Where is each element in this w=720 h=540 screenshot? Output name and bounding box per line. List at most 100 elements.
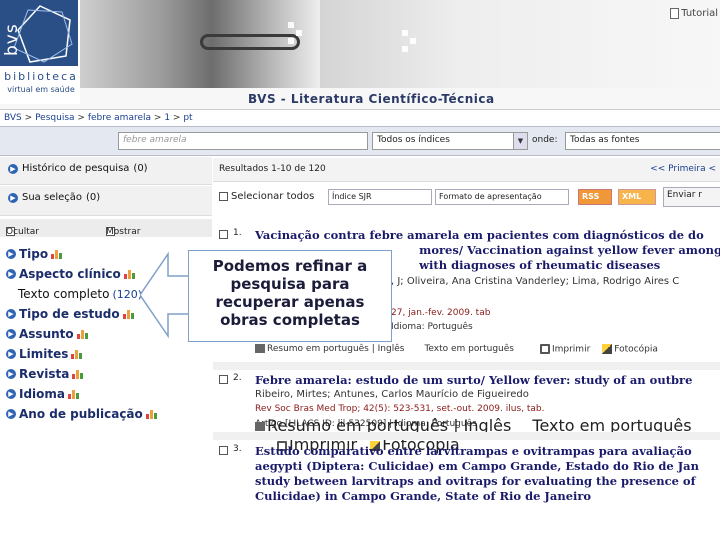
select-all-label: Selecionar todos [231, 191, 315, 202]
arrow-right-icon: ▶ [8, 163, 18, 174]
breadcrumb-sep: > [172, 113, 181, 123]
record-checkbox[interactable] [219, 230, 228, 239]
link-label: Fotocópia [614, 344, 658, 355]
tutorial-label: Tutorial [681, 8, 718, 19]
refine-header: Ocultar Mostrar [0, 219, 212, 237]
facet-label: Limites [19, 347, 69, 361]
logo-mark-text: bvs [2, 23, 22, 56]
facet-assunto[interactable]: ▶ Assunto [6, 327, 89, 341]
result-record: 3. Estudo comparativo entre larvitrampas… [213, 444, 720, 540]
history-link[interactable]: ▶ Histórico de pesquisa (0) [8, 163, 148, 174]
breadcrumb-lang[interactable]: pt [183, 113, 192, 123]
pagination-first[interactable]: << Primeira < [650, 164, 716, 174]
bar-chart-icon [51, 249, 63, 259]
send-label: Enviar r [667, 190, 702, 200]
fulltext-link[interactable]: Texto em português [424, 344, 514, 355]
facet-label: Assunto [19, 327, 74, 341]
index-select-value: Todos os índices [377, 135, 450, 145]
abstract-link[interactable]: Resumo em português | Inglês [255, 344, 404, 355]
photocopy-icon [602, 344, 613, 354]
search-input[interactable]: febre amarela [118, 132, 368, 150]
breadcrumb-bvs[interactable]: BVS [4, 113, 22, 123]
record-number: 1. [233, 228, 242, 238]
chevron-down-icon: ▼ [513, 133, 527, 149]
selection-box: ▶ Sua seleção (0) [0, 186, 212, 216]
record-authors: , J; Oliveira, Ana Cristina Vanderley; L… [391, 276, 680, 287]
facet-revista[interactable]: ▶ Revista [6, 367, 84, 381]
facet-texto-completo[interactable]: Texto completo (120) [18, 287, 142, 301]
callout-line: pesquisa para [230, 275, 350, 293]
selection-count: (0) [86, 192, 101, 203]
abstract-icon [255, 344, 265, 353]
abstract-icon [255, 422, 265, 431]
facet-idioma[interactable]: ▶ Idioma [6, 387, 80, 401]
facet-count[interactable]: (120) [112, 288, 142, 301]
send-button[interactable]: Enviar r [663, 187, 720, 207]
logo-text: biblioteca virtual em saúde [2, 70, 80, 94]
record-source: 27, jan.-fev. 2009. tab [391, 308, 491, 318]
facet-tipo-de-estudo[interactable]: ▶ Tipo de estudo [6, 307, 135, 321]
facet-ano-de-publicacao[interactable]: ▶ Ano de publicação [6, 407, 158, 421]
photocopy-link[interactable]: Fotocópia [602, 344, 658, 355]
arrow-right-icon: ▶ [6, 249, 16, 259]
breadcrumb-page[interactable]: 1 [164, 113, 170, 123]
where-label: onde: [532, 135, 558, 145]
facet-aspecto-clinico[interactable]: ▶ Aspecto clínico [6, 267, 136, 281]
record-title[interactable]: Estudo comparativo entre larvitrampas e … [255, 444, 720, 504]
record-checkbox[interactable] [219, 446, 228, 455]
decor-square [296, 30, 302, 36]
breadcrumb-pesquisa[interactable]: Pesquisa [35, 113, 74, 123]
facet-limites[interactable]: ▶ Limites [6, 347, 83, 361]
record-checkbox[interactable] [219, 375, 228, 384]
source-select[interactable]: Todas as fontes [565, 132, 720, 150]
facet-label: Aspecto clínico [19, 267, 121, 281]
hide-label: Ocultar [6, 227, 39, 237]
breadcrumb-query[interactable]: febre amarela [88, 113, 151, 123]
rss-button[interactable]: RSS [578, 189, 612, 205]
arrow-right-icon: ▶ [6, 349, 16, 359]
callout-line: obras completas [220, 311, 360, 329]
results-summary: Resultados 1-10 de 120 [219, 164, 326, 174]
selection-link[interactable]: ▶ Sua seleção (0) [8, 192, 100, 203]
xml-button[interactable]: XML [618, 189, 656, 205]
facet-label: Idioma [19, 387, 66, 401]
history-count: (0) [133, 163, 148, 174]
title-line: Culicidae) in Campo Grande, State of Rio… [255, 489, 592, 503]
logo-line1: biblioteca [4, 70, 78, 83]
arrow-right-icon: ▶ [6, 329, 16, 339]
divider [213, 362, 720, 370]
select-all-checkbox[interactable] [219, 192, 228, 201]
record-authors: Ribeiro, Mirtes; Antunes, Carlos Mauríci… [255, 389, 529, 400]
record-title[interactable]: Febre amarela: estudo de um surto/ Yello… [255, 373, 720, 388]
callout-line: Podemos refinar a [212, 257, 368, 275]
results-header: Resultados 1-10 de 120 << Primeira < [213, 158, 720, 182]
index-sjr-select[interactable]: Índice SJR [328, 189, 432, 205]
facet-label: Ano de publicação [19, 407, 143, 421]
title-line: study between larvitraps and ovitraps fo… [255, 474, 696, 488]
record-number: 3. [233, 444, 242, 454]
xml-label: XML [622, 192, 642, 201]
title-line: Vacinação contra febre amarela em pacien… [255, 228, 704, 242]
search-bar: febre amarela Todos os índices ▼ onde: T… [0, 126, 720, 156]
bvs-logo[interactable]: bvs biblioteca virtual em saúde [0, 0, 80, 104]
photo-detail [200, 34, 300, 50]
results-toolbar: Selecionar todos Índice SJR Formato de a… [213, 186, 720, 210]
divider [213, 432, 720, 440]
printer-icon [539, 344, 550, 354]
title-line: Estudo comparativo entre larvitrampas e … [255, 444, 692, 458]
breadcrumb-sep: > [24, 113, 33, 123]
format-select[interactable]: Formato de apresentação [435, 189, 569, 205]
decor-square [402, 30, 408, 36]
page: bvs biblioteca virtual em saúde Tutorial… [0, 0, 720, 540]
show-label: Mostrar [106, 227, 141, 237]
link-label: Imprimir [551, 344, 591, 355]
bar-chart-icon [72, 369, 84, 379]
header-photo [80, 0, 320, 88]
print-link[interactable]: Imprimir [539, 344, 591, 355]
tutorial-link[interactable]: Tutorial [670, 8, 718, 19]
document-icon [670, 8, 680, 19]
arrow-right-icon: ▶ [6, 369, 16, 379]
facet-tipo[interactable]: ▶ Tipo [6, 247, 63, 261]
index-select[interactable]: Todos os índices ▼ [372, 132, 528, 150]
site-header: bvs biblioteca virtual em saúde Tutorial… [0, 0, 720, 110]
